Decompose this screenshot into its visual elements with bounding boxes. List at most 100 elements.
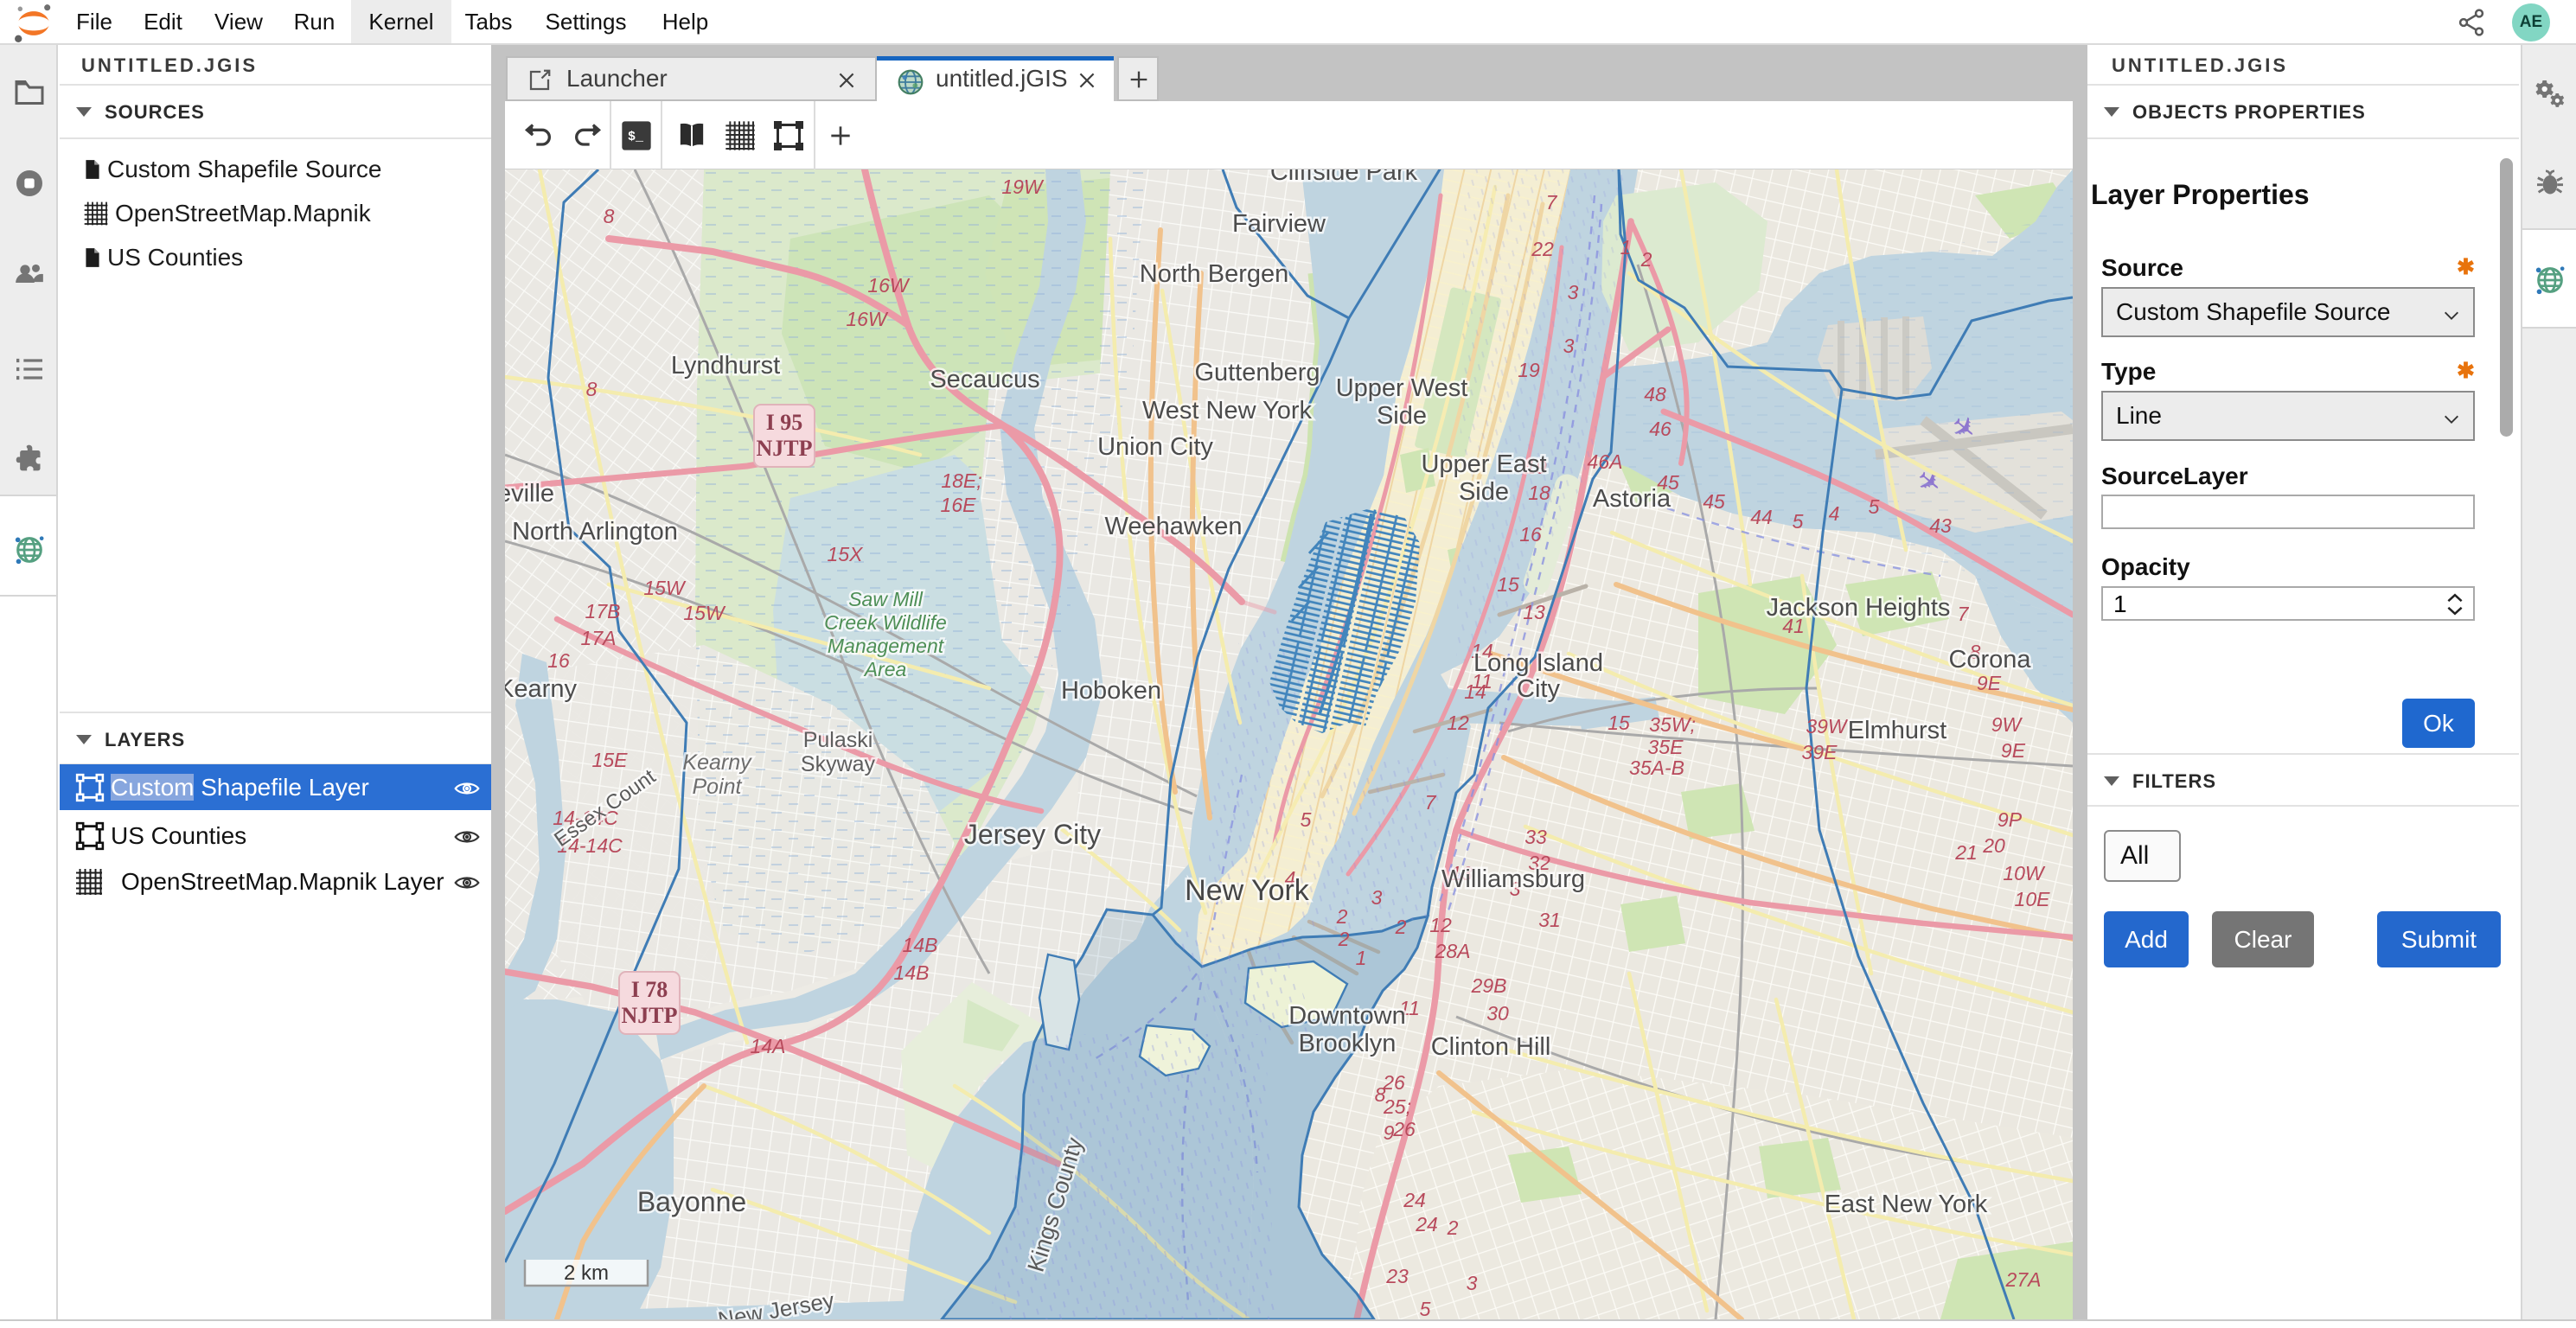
svg-text:Side: Side	[1459, 478, 1509, 506]
svg-text:Cliffside Park: Cliffside Park	[1270, 169, 1418, 186]
svg-text:Hoboken: Hoboken	[1061, 677, 1161, 705]
svg-text:New York: New York	[1185, 874, 1310, 907]
svg-text:7: 7	[1425, 791, 1437, 814]
svg-text:West New York: West New York	[1142, 397, 1313, 425]
svg-text:Point: Point	[693, 775, 743, 799]
svg-text:3: 3	[1563, 335, 1575, 357]
svg-text:2: 2	[1395, 916, 1407, 938]
svg-text:19: 19	[1518, 359, 1540, 381]
svg-text:25;: 25;	[1383, 1095, 1411, 1118]
svg-text:23: 23	[1385, 1265, 1409, 1287]
svg-text:2: 2	[1640, 248, 1652, 271]
svg-text:4: 4	[1829, 502, 1840, 525]
svg-text:12: 12	[1447, 712, 1469, 734]
svg-text:22: 22	[1531, 238, 1554, 260]
svg-text:19W: 19W	[1001, 176, 1045, 198]
svg-text:Brooklyn: Brooklyn	[1299, 1030, 1397, 1057]
svg-text:5: 5	[1301, 808, 1312, 831]
svg-text:Upper West: Upper West	[1336, 374, 1468, 402]
svg-text:29B: 29B	[1471, 974, 1507, 997]
svg-text:26: 26	[1382, 1071, 1405, 1094]
svg-text:35E: 35E	[1648, 736, 1684, 758]
svg-text:2: 2	[1338, 928, 1350, 950]
svg-text:Weehawken: Weehawken	[1104, 513, 1242, 540]
svg-text:5: 5	[1420, 1298, 1431, 1319]
svg-text:$_: $_	[628, 130, 644, 144]
svg-text:I 78: I 78	[631, 977, 668, 1002]
svg-text:16: 16	[1519, 523, 1542, 546]
svg-text:9E: 9E	[2001, 739, 2026, 762]
svg-text:Management: Management	[828, 635, 945, 657]
svg-text:15: 15	[1608, 712, 1630, 734]
svg-text:3: 3	[1568, 281, 1579, 303]
svg-text:9W: 9W	[1991, 713, 2023, 736]
svg-text:Union City: Union City	[1097, 433, 1213, 461]
svg-text:35A-B: 35A-B	[1629, 757, 1684, 779]
svg-text:12: 12	[1429, 914, 1452, 936]
svg-text:14B: 14B	[903, 934, 938, 956]
svg-text:Kearny: Kearny	[682, 750, 752, 775]
svg-text:45: 45	[1703, 490, 1725, 513]
svg-text:North Bergen: North Bergen	[1140, 260, 1289, 288]
svg-text:North Arlington: North Arlington	[512, 518, 678, 546]
svg-text:28A: 28A	[1435, 940, 1471, 962]
svg-text:City: City	[1517, 675, 1560, 703]
svg-text:16: 16	[547, 649, 570, 672]
svg-text:15X: 15X	[828, 543, 865, 565]
svg-text:eville: eville	[505, 480, 554, 508]
svg-text:Williamsburg: Williamsburg	[1441, 865, 1585, 893]
svg-text:30: 30	[1486, 1002, 1509, 1025]
svg-text:16W: 16W	[867, 274, 911, 297]
svg-text:Jackson Heights: Jackson Heights	[1767, 594, 1951, 622]
svg-text:5: 5	[1793, 510, 1804, 533]
svg-text:Long Island: Long Island	[1473, 649, 1603, 677]
svg-text:Area: Area	[863, 658, 907, 680]
svg-text:3: 3	[1467, 1272, 1478, 1294]
svg-text:Side: Side	[1377, 402, 1427, 430]
svg-text:I 95: I 95	[766, 410, 803, 435]
svg-text:46: 46	[1649, 418, 1672, 440]
svg-text:Skyway: Skyway	[801, 752, 876, 776]
svg-text:Pulaski: Pulaski	[803, 728, 873, 752]
svg-text:46A: 46A	[1588, 450, 1623, 473]
svg-text:Clinton Hill: Clinton Hill	[1431, 1033, 1551, 1061]
svg-text:44: 44	[1750, 506, 1773, 528]
svg-text:7: 7	[1958, 603, 1970, 625]
svg-text:1: 1	[1356, 947, 1367, 969]
svg-text:Creek Wildlife: Creek Wildlife	[824, 611, 947, 634]
svg-text:Astoria: Astoria	[1593, 485, 1672, 513]
svg-text:20: 20	[1982, 834, 2005, 857]
svg-text:39W: 39W	[1806, 715, 1849, 737]
svg-text:27A: 27A	[2005, 1268, 2042, 1291]
svg-text:9P: 9P	[1998, 808, 2023, 831]
svg-text:15W: 15W	[683, 602, 726, 624]
svg-text:17A: 17A	[581, 627, 617, 649]
svg-text:2: 2	[1447, 1216, 1459, 1239]
svg-text:10E: 10E	[2015, 888, 2051, 910]
svg-text:7: 7	[1546, 191, 1558, 214]
svg-text:14A: 14A	[751, 1035, 786, 1057]
svg-text:15E: 15E	[592, 749, 629, 771]
svg-text:Upper East: Upper East	[1421, 450, 1546, 478]
svg-text:Bayonne: Bayonne	[637, 1186, 746, 1217]
svg-text:Jersey City: Jersey City	[964, 819, 1101, 850]
svg-text:18: 18	[1528, 482, 1550, 504]
svg-text:Corona: Corona	[1948, 646, 2031, 674]
svg-text:East New York: East New York	[1825, 1191, 1988, 1218]
svg-text:Downtown: Downtown	[1288, 1002, 1405, 1030]
svg-text:18E;: 18E;	[941, 469, 981, 492]
svg-text:2: 2	[1336, 905, 1348, 928]
svg-text:9E: 9E	[1977, 672, 2002, 694]
svg-text:35W;: 35W;	[1649, 713, 1696, 736]
svg-text:31: 31	[1538, 909, 1561, 931]
svg-text:15: 15	[1497, 573, 1519, 596]
svg-text:8: 8	[586, 378, 598, 400]
svg-text:16E: 16E	[941, 494, 977, 516]
svg-text:5: 5	[1869, 495, 1880, 518]
svg-text:Guttenberg: Guttenberg	[1194, 359, 1320, 386]
svg-text:43: 43	[1929, 514, 1952, 537]
svg-text:26: 26	[1392, 1118, 1416, 1140]
svg-text:NJTP: NJTP	[622, 1003, 678, 1028]
svg-text:Elmhurst: Elmhurst	[1848, 717, 1946, 744]
svg-text:10W: 10W	[2003, 862, 2046, 884]
